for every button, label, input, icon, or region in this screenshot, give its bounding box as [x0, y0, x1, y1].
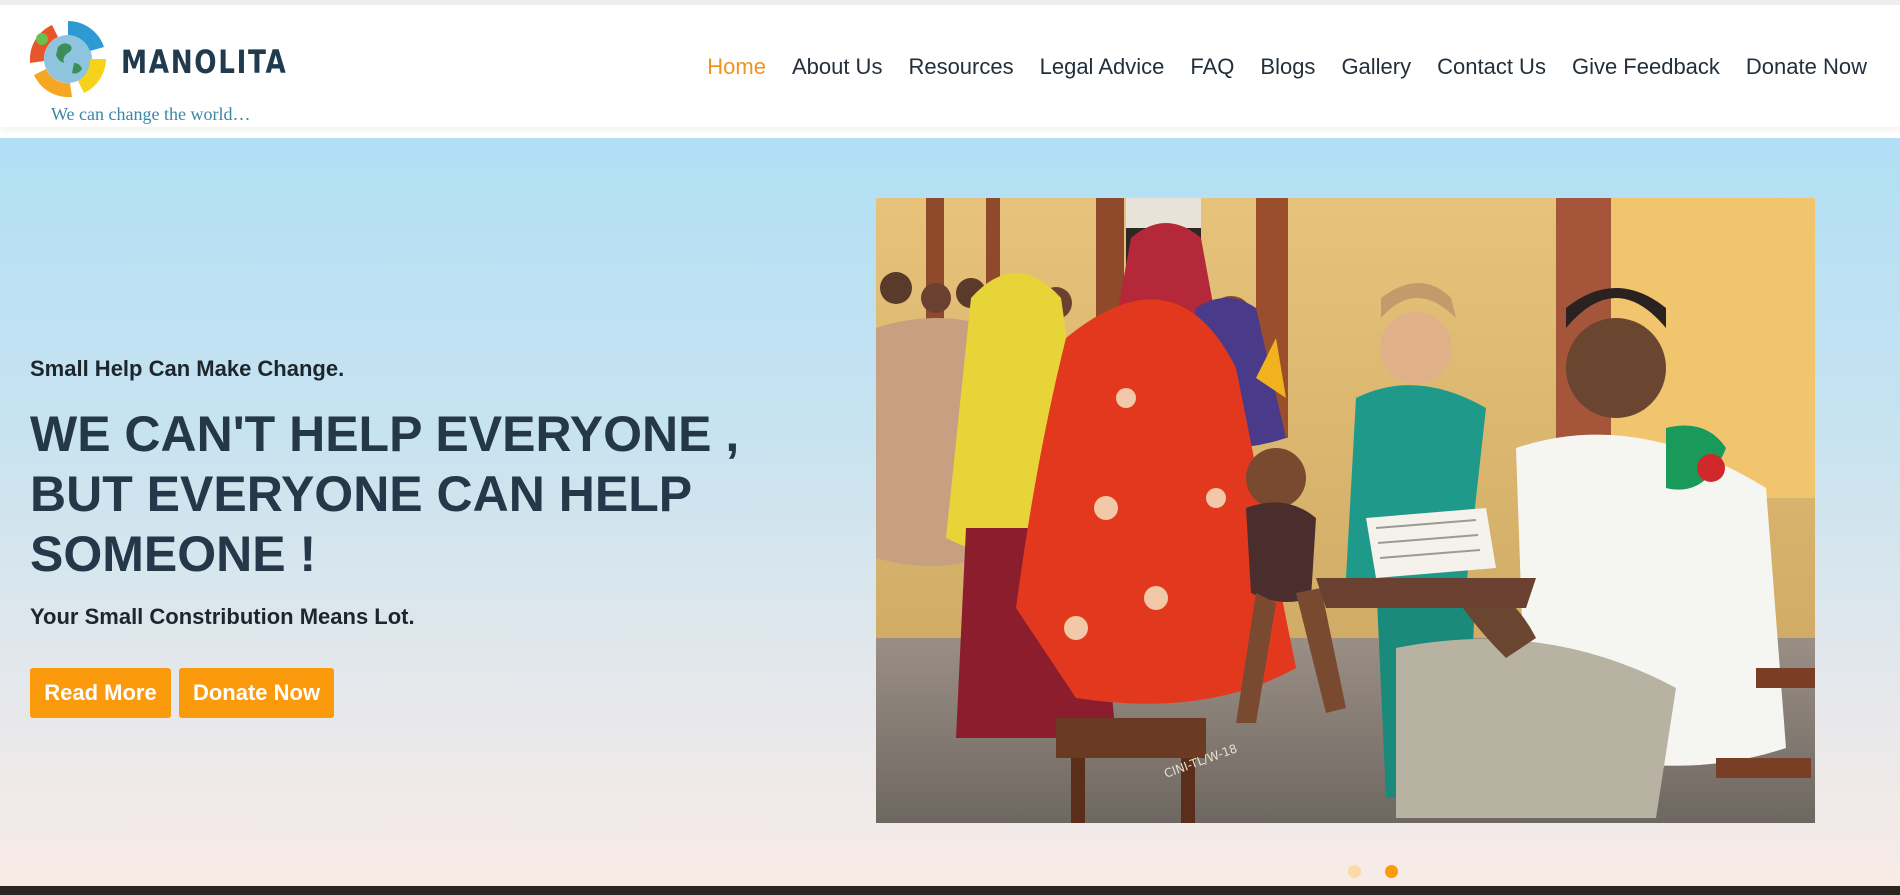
brand-logo[interactable]: MANOLITA We can change the world…: [22, 13, 286, 125]
globe-hands-logo-icon: [29, 21, 106, 98]
hero-tagline: Your Small Constribution Means Lot.: [30, 604, 415, 629]
nav-item-donate-now[interactable]: Donate Now: [1746, 54, 1867, 80]
nav-item-resources[interactable]: Resources: [908, 54, 1013, 80]
hero-subtitle: Small Help Can Make Change.: [30, 356, 345, 381]
nav-item-give-feedback[interactable]: Give Feedback: [1572, 54, 1720, 80]
next-section-edge: [0, 886, 1900, 895]
nav-item-gallery[interactable]: Gallery: [1341, 54, 1411, 80]
hero-headline-line-3: SOMEONE !: [30, 526, 317, 582]
nav-item-about-us[interactable]: About Us: [792, 54, 883, 80]
brand-name: MANOLITA: [121, 43, 288, 81]
hero-headline: WE CAN'T HELP EVERYONE , BUT EVERYONE CA…: [30, 404, 740, 584]
health-camp-illustration: CINI-TL/W-18: [876, 198, 1815, 823]
nav-item-faq[interactable]: FAQ: [1190, 54, 1234, 80]
slider-dot-2[interactable]: [1385, 865, 1398, 878]
hero-section: Small Help Can Make Change. WE CAN'T HEL…: [0, 138, 1900, 886]
site-header: MANOLITA We can change the world… Home A…: [0, 5, 1900, 127]
slider-dots: [1348, 865, 1398, 878]
hero-photo: CINI-TL/W-18: [876, 198, 1815, 823]
donate-now-button[interactable]: Donate Now: [179, 668, 334, 718]
slider-dot-1[interactable]: [1348, 865, 1361, 878]
nav-item-contact-us[interactable]: Contact Us: [1437, 54, 1546, 80]
nav-item-home[interactable]: Home: [707, 54, 766, 80]
hero-headline-line-1: WE CAN'T HELP EVERYONE ,: [30, 406, 740, 462]
brand-tagline: We can change the world…: [51, 104, 251, 124]
nav-item-legal-advice[interactable]: Legal Advice: [1040, 54, 1165, 80]
nav-item-blogs[interactable]: Blogs: [1260, 54, 1315, 80]
read-more-button[interactable]: Read More: [30, 668, 171, 718]
main-nav: Home About Us Resources Legal Advice FAQ…: [707, 54, 1867, 80]
hero-headline-line-2: BUT EVERYONE CAN HELP: [30, 466, 693, 522]
